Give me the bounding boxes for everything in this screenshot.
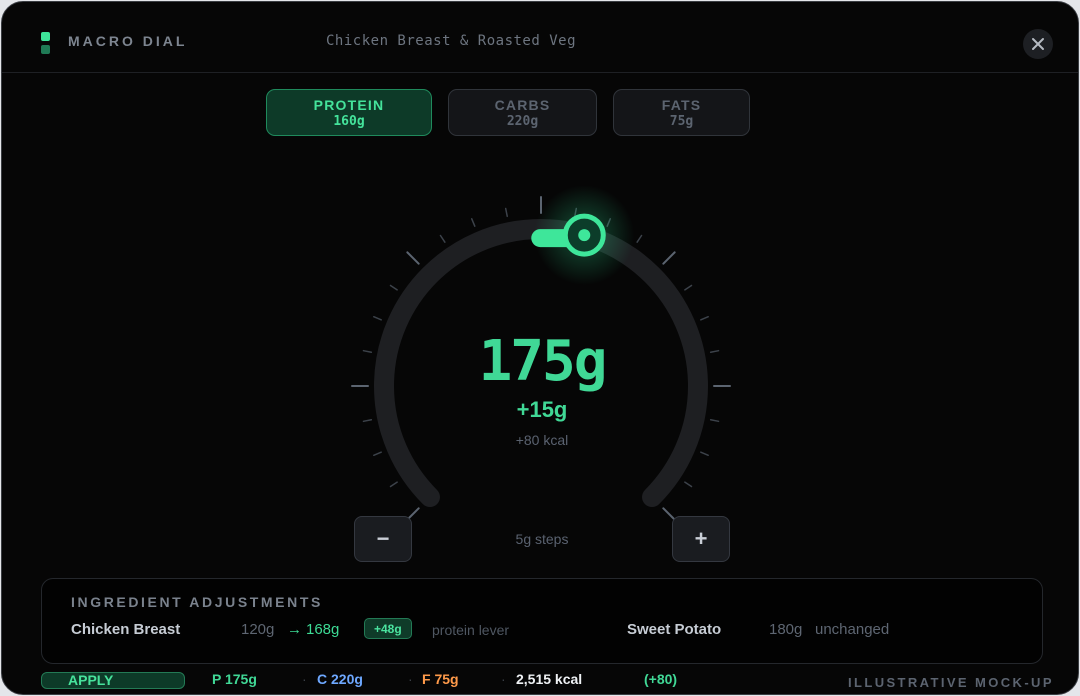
step-size-label: 5g steps (515, 531, 569, 547)
dial-tick (439, 234, 446, 243)
dial-tick (504, 207, 508, 218)
dial-tick (373, 451, 382, 457)
dial-tick (636, 234, 643, 243)
summary-separator: · (302, 671, 307, 687)
summary-protein: P 175g (212, 671, 257, 687)
summary-separator: · (408, 671, 413, 687)
ingredient-arrow: → (287, 621, 302, 638)
dial-value: 175g (478, 329, 608, 394)
summary-kcal-delta: (+80) (644, 671, 678, 687)
summary-kcal: 2,515 kcal (516, 671, 583, 687)
ingredient-heading: INGREDIENT ADJUSTMENTS (71, 594, 323, 610)
ingredient-from-amount: 120g (241, 621, 275, 638)
summary-separator: · (501, 671, 506, 687)
increase-button[interactable]: + (672, 516, 730, 562)
ingredient-amount: 180g (769, 621, 803, 638)
dial-tick (362, 349, 373, 353)
dial-tick (709, 419, 720, 423)
dial-tick (700, 315, 709, 321)
mockup-label: ILLUSTRATIVE MOCK-UP (848, 675, 1054, 690)
dial-tick (662, 251, 676, 265)
dial-tick (362, 419, 373, 423)
dial-tick (406, 251, 420, 265)
dial-tick (389, 481, 398, 488)
summary-fats: F 75g (422, 671, 459, 687)
apply-button[interactable]: APPLY (41, 672, 185, 689)
dial-tick (709, 349, 720, 353)
ingredient-status: unchanged (815, 621, 890, 638)
summary-carbs: C 220g (317, 671, 363, 687)
ingredient-delta-badge: +48g (364, 618, 412, 639)
ingredient-note: protein lever (432, 622, 510, 638)
ingredient-adjustments-panel: INGREDIENT ADJUSTMENTS Chicken Breast 12… (41, 578, 1043, 664)
dial-tick (373, 315, 382, 321)
dial-tick (389, 284, 398, 291)
decrease-button[interactable]: − (354, 516, 412, 562)
ingredient-to-amount: 168g (306, 621, 340, 638)
dial-kcal-delta: +80 kcal (515, 432, 569, 448)
app-window: MACRO DIAL Chicken Breast & Roasted Veg … (1, 1, 1079, 695)
dial-tick (700, 451, 709, 457)
dial-tick (470, 218, 476, 227)
dial-delta: +15g (516, 397, 568, 422)
dial-tick (684, 481, 693, 488)
dial-tick (684, 284, 693, 291)
ingredient-name: Sweet Potato (627, 621, 722, 638)
ingredient-name: Chicken Breast (71, 621, 181, 638)
